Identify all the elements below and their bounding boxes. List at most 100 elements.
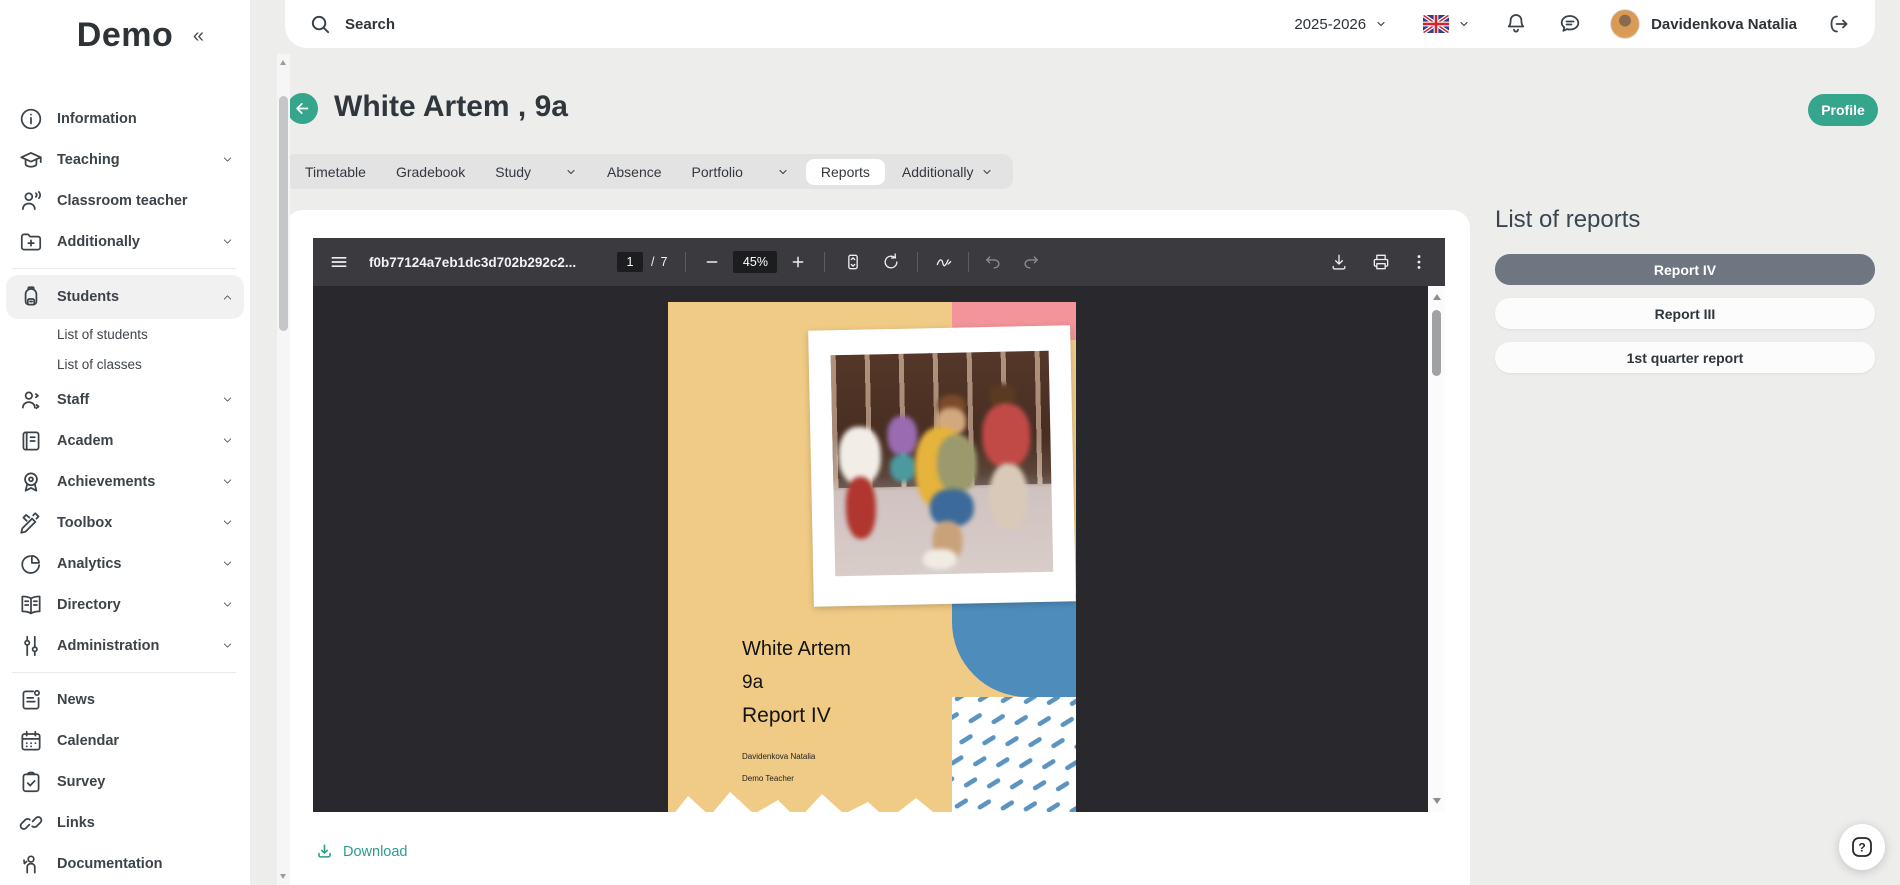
scroll-down-arrow[interactable] (280, 874, 286, 879)
cover-report-title: Report IV (742, 704, 831, 728)
tab-reports[interactable]: Reports (806, 159, 885, 185)
sidebar-subitem-list-of-students[interactable]: List of students (0, 319, 250, 349)
back-button[interactable] (287, 93, 318, 124)
report-button-report-iv[interactable]: Report IV (1495, 254, 1875, 285)
redo-icon[interactable] (1021, 252, 1041, 272)
cover-photo-frame (808, 325, 1076, 606)
svg-text:?: ? (1858, 841, 1865, 855)
sidebar-item-label: Links (57, 815, 95, 831)
annotate-pen-icon[interactable] (934, 252, 954, 272)
sidebar: Demo « Information Teaching Classroom te… (0, 0, 250, 885)
notifications-bell-icon[interactable] (1504, 12, 1528, 36)
chevron-down-icon (981, 166, 993, 178)
page-number-input[interactable]: 1 (617, 252, 643, 272)
language-selector[interactable] (1423, 15, 1470, 33)
chevron-down-icon (1458, 18, 1470, 30)
more-options-icon[interactable] (1409, 252, 1429, 272)
tab-absence[interactable]: Absence (592, 159, 676, 185)
undo-icon[interactable] (983, 252, 1003, 272)
user-avatar[interactable] (1610, 9, 1640, 39)
tab-study[interactable]: Study (480, 159, 592, 185)
sidebar-collapse-icon[interactable]: « (193, 26, 204, 46)
sidebar-item-classroom-teacher[interactable]: Classroom teacher (0, 180, 250, 221)
zoom-out-icon[interactable] (704, 252, 720, 272)
rotate-icon[interactable] (881, 252, 901, 272)
chevron-down-icon (221, 475, 234, 488)
sidebar-item-analytics[interactable]: Analytics (0, 543, 250, 584)
scrollbar-thumb[interactable] (1432, 310, 1441, 376)
sidebar-item-documentation[interactable]: Documentation (0, 843, 250, 884)
help-button[interactable]: ? (1839, 824, 1885, 870)
photo-blob (982, 403, 1031, 468)
school-year-value: 2025-2026 (1294, 16, 1366, 33)
sidebar-item-label: Additionally (57, 234, 140, 250)
journal-icon (18, 428, 44, 454)
scroll-down-arrow[interactable] (1433, 798, 1441, 804)
reports-panel: List of reports Report IV Report III 1st… (1495, 206, 1875, 386)
sidebar-item-directory[interactable]: Directory (0, 584, 250, 625)
sidebar-item-survey[interactable]: Survey (0, 761, 250, 802)
scroll-up-arrow[interactable] (1433, 294, 1441, 300)
sidebar-item-calendar[interactable]: Calendar (0, 720, 250, 761)
cover-class-name: 9a (742, 672, 763, 694)
sidebar-item-label: Administration (57, 638, 159, 654)
photo-blob (890, 454, 917, 483)
search-input[interactable]: Search (309, 13, 395, 36)
sidebar-item-label: News (57, 692, 95, 708)
report-button-report-iii[interactable]: Report III (1495, 298, 1875, 329)
teacher-icon (18, 188, 44, 214)
pdf-scrollbar[interactable] (1428, 286, 1445, 812)
sidebar-divider (12, 268, 236, 269)
school-year-selector[interactable]: 2025-2026 (1294, 16, 1387, 33)
sidebar-item-staff[interactable]: Staff (0, 379, 250, 420)
cover-rain-pattern (952, 697, 1076, 812)
sidebar-item-achievements[interactable]: Achievements (0, 461, 250, 502)
download-icon[interactable] (1329, 252, 1349, 272)
profile-button[interactable]: Profile (1808, 94, 1878, 126)
sidebar-item-additionally[interactable]: Additionally (0, 221, 250, 262)
uk-flag-icon (1423, 15, 1449, 33)
chat-icon[interactable] (1558, 12, 1582, 36)
sidebar-item-administration[interactable]: Administration (0, 625, 250, 666)
pdf-filename: f0b77124a7eb1dc3d702b292c2... (369, 255, 605, 270)
sidebar-item-academ[interactable]: Academ (0, 420, 250, 461)
user-name[interactable]: Davidenkova Natalia (1651, 16, 1797, 33)
sidebar-item-toolbox[interactable]: Toolbox (0, 502, 250, 543)
sidebar-item-label: Information (57, 111, 137, 127)
menu-icon[interactable] (329, 252, 349, 272)
rain-dashes (952, 697, 1076, 812)
tab-portfolio[interactable]: Portfolio (677, 159, 804, 185)
search-icon (309, 13, 332, 36)
scroll-up-arrow[interactable] (280, 60, 286, 65)
sidebar-subitem-list-of-classes[interactable]: List of classes (0, 349, 250, 379)
sidebar-item-label: Staff (57, 392, 89, 408)
tab-timetable[interactable]: Timetable (290, 159, 381, 185)
main-scrollbar[interactable] (277, 54, 290, 885)
chevron-down-icon (221, 153, 234, 166)
tab-gradebook[interactable]: Gradebook (381, 159, 480, 185)
download-report-link[interactable]: Download (315, 842, 408, 861)
chevron-down-icon (565, 166, 577, 178)
help-icon: ? (1849, 834, 1875, 860)
tab-additionally[interactable]: Additionally (887, 159, 1008, 185)
photo-blob (989, 463, 1028, 530)
sidebar-item-teaching[interactable]: Teaching (0, 139, 250, 180)
sidebar-item-links[interactable]: Links (0, 802, 250, 843)
medal-icon (18, 469, 44, 495)
fit-page-icon[interactable] (843, 252, 863, 272)
logout-icon[interactable] (1827, 12, 1851, 36)
photo-blob (845, 476, 876, 539)
sidebar-item-students[interactable]: Students (6, 275, 244, 319)
pdf-page-cover: White Artem 9a Report IV Davidenkova Nat… (668, 302, 1076, 812)
cover-student-name: White Artem (742, 638, 851, 661)
sidebar-item-news[interactable]: News (0, 679, 250, 720)
zoom-in-icon[interactable] (790, 252, 806, 272)
report-button-1st-quarter[interactable]: 1st quarter report (1495, 342, 1875, 373)
scrollbar-thumb[interactable] (279, 96, 288, 331)
sidebar-item-information[interactable]: Information (0, 98, 250, 139)
calendar-icon (18, 728, 44, 754)
reports-panel-title: List of reports (1495, 206, 1875, 234)
staff-icon (18, 387, 44, 413)
person-hand-up-icon (18, 851, 44, 877)
print-icon[interactable] (1371, 252, 1391, 272)
